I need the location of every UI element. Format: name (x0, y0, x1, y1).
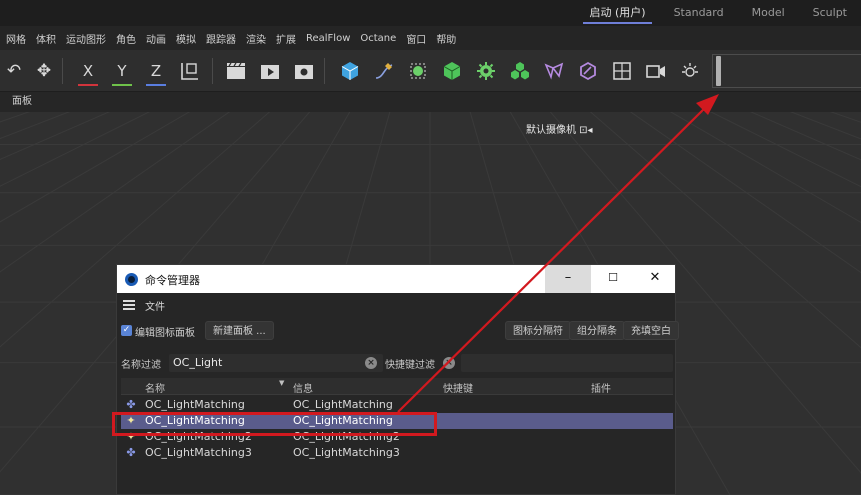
hotkey-filter-input[interactable] (461, 354, 673, 372)
layout-tabs: 启动 (用户) Standard Model Sculpt (575, 0, 861, 26)
move-icon[interactable]: ✥ (30, 56, 58, 86)
effector-gear-icon[interactable] (472, 56, 500, 86)
table-row[interactable]: ✤ OC_LightMatching3 OC_LightMatching3 (121, 445, 673, 461)
pen-spline-icon[interactable] (370, 56, 398, 86)
y-axis-label: Y (117, 62, 127, 80)
menu-simulate[interactable]: 模拟 (176, 31, 196, 46)
name-filter-label: 名称过滤 (121, 360, 161, 371)
render-view-icon[interactable] (256, 56, 284, 86)
menu-character[interactable]: 角色 (116, 31, 136, 46)
z-axis-label: Z (150, 62, 162, 80)
toolbar-separator (324, 58, 325, 84)
panel-options-row: ✓ 编辑图标面板 新建面板 ... 图标分隔符 组分隔条 充填空白 (121, 321, 679, 341)
table-row[interactable]: ✤ OC_LightMatching OC_LightMatching (121, 397, 673, 413)
layout-tab-model[interactable]: Model (738, 0, 799, 26)
clear-hotkey-filter-icon[interactable]: × (443, 357, 455, 369)
clapper-icon[interactable] (222, 56, 250, 86)
toolbar-separator (212, 58, 213, 84)
command-manager-window: 命令管理器 – ☐ ✕ 文件 ✓ 编辑图标面板 新建面板 ... 图标分隔符 组… (116, 264, 679, 495)
annotation-highlight-box (112, 412, 437, 436)
menu-mesh[interactable]: 网格 (6, 31, 26, 46)
panel-bar: 面板 (0, 92, 861, 112)
minimize-button[interactable]: – (545, 265, 591, 293)
row-info: OC_LightMatching3 (293, 446, 400, 459)
toolbar-separator (62, 58, 63, 84)
main-toolbar: ↶ ✥ X Y Z (0, 50, 861, 92)
layout-tab-sculpt[interactable]: Sculpt (799, 0, 861, 26)
layout-tab-startup[interactable]: 启动 (用户) (575, 0, 659, 26)
sort-desc-icon[interactable]: ▼ (279, 379, 284, 387)
plugin-icon: ✤ (126, 446, 136, 459)
z-axis-button[interactable]: Z (142, 56, 170, 86)
clear-name-filter-icon[interactable]: × (365, 357, 377, 369)
menu-extensions[interactable]: 扩展 (276, 31, 296, 46)
x-axis-label: X (82, 62, 94, 80)
row-name: OC_LightMatching (145, 398, 245, 411)
volume-icon[interactable] (574, 56, 602, 86)
camera-icon[interactable] (642, 56, 670, 86)
toolbar-drop-area[interactable] (712, 54, 861, 88)
column-header-plugin[interactable]: 插件 (591, 380, 611, 395)
menu-octane[interactable]: Octane (360, 33, 396, 44)
cinema4d-logo-icon (125, 273, 138, 286)
window-title: 命令管理器 (145, 274, 200, 287)
menu-animate[interactable]: 动画 (146, 31, 166, 46)
hotkey-filter-label: 快捷键过滤 (385, 360, 435, 371)
menu-volume[interactable]: 体积 (36, 31, 56, 46)
close-button[interactable]: ✕ (635, 265, 675, 293)
viewport-camera-label[interactable]: 默认摄像机 ⊡◂ (526, 121, 593, 136)
column-header-name[interactable]: 名称 (145, 380, 165, 395)
window-menubar: 文件 (123, 296, 165, 314)
undo-icon[interactable]: ↶ (0, 56, 28, 86)
file-menu[interactable]: 文件 (145, 298, 165, 313)
layout-tab-standard[interactable]: Standard (660, 0, 738, 26)
generator-icon[interactable] (404, 56, 432, 86)
row-name: OC_LightMatching3 (145, 446, 252, 459)
deformer-cube-icon[interactable] (438, 56, 466, 86)
menu-tracker[interactable]: 跟踪器 (206, 31, 236, 46)
menu-realflow[interactable]: RealFlow (306, 33, 350, 44)
name-filter-input[interactable]: OC_Light (169, 354, 383, 372)
layout-bar: 启动 (用户) Standard Model Sculpt (0, 0, 861, 26)
cloner-icon[interactable] (506, 56, 534, 86)
menu-mograph[interactable]: 运动图形 (66, 31, 106, 46)
floor-grid-icon[interactable] (608, 56, 636, 86)
row-info: OC_LightMatching (293, 398, 393, 411)
menu-bar: 网格 体积 运动图形 角色 动画 模拟 跟踪器 渲染 扩展 RealFlow O… (0, 26, 861, 50)
column-header-info[interactable]: 信息 (293, 380, 313, 395)
light-bulb-icon[interactable] (676, 56, 704, 86)
fill-space-button[interactable]: 充填空白 (623, 321, 679, 340)
plugin-icon: ✤ (126, 398, 136, 411)
panel-menu[interactable]: 面板 (12, 96, 32, 107)
x-axis-button[interactable]: X (74, 56, 102, 86)
group-separator-button[interactable]: 组分隔条 (569, 321, 625, 340)
menu-render[interactable]: 渲染 (246, 31, 266, 46)
cube-icon[interactable] (336, 56, 364, 86)
edit-icon-panel-checkbox[interactable]: ✓ (121, 325, 132, 336)
field-icon[interactable] (540, 56, 568, 86)
render-settings-icon[interactable] (290, 56, 318, 86)
maximize-button[interactable]: ☐ (591, 265, 635, 293)
menu-help[interactable]: 帮助 (436, 31, 456, 46)
coordinate-system-icon[interactable] (176, 56, 204, 86)
filter-row: 名称过滤 OC_Light × 快捷键过滤 × (121, 354, 673, 372)
new-panel-button[interactable]: 新建面板 ... (205, 321, 274, 340)
column-header-hotkey[interactable]: 快捷键 (443, 380, 473, 395)
window-titlebar[interactable]: 命令管理器 – ☐ ✕ (117, 265, 675, 293)
edit-icon-panel-label: 编辑图标面板 (135, 328, 195, 339)
icon-separator-button[interactable]: 图标分隔符 (505, 321, 571, 340)
table-header: 名称 ▼ 信息 快捷键 插件 (121, 378, 673, 395)
toolbar-insert-slot[interactable] (716, 56, 721, 86)
y-axis-button[interactable]: Y (108, 56, 136, 86)
menu-window[interactable]: 窗口 (406, 31, 426, 46)
hamburger-icon[interactable] (123, 300, 135, 310)
